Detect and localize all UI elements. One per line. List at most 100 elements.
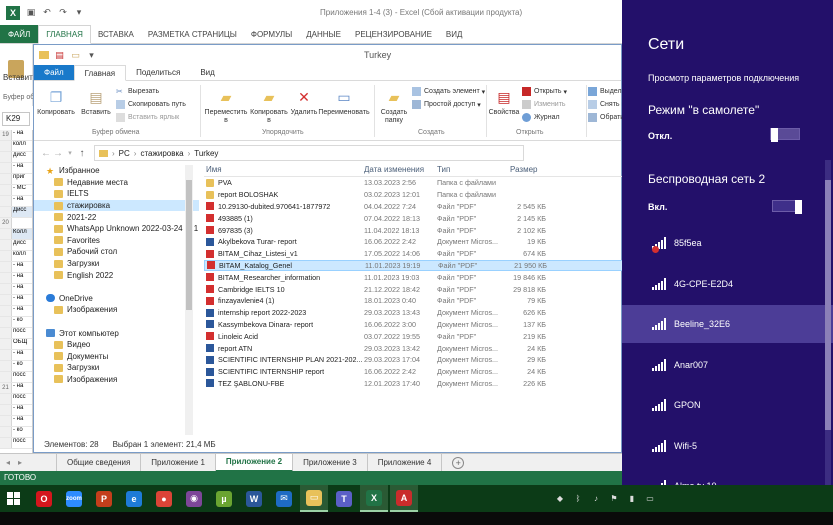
networks-scrollbar[interactable]: [825, 160, 831, 510]
back-icon[interactable]: ←: [40, 148, 52, 159]
grid-cell[interactable]: - ко: [12, 427, 32, 437]
breadcrumb-pc[interactable]: PC: [119, 149, 130, 158]
row-number[interactable]: [0, 438, 12, 448]
add-sheet-icon[interactable]: +: [452, 456, 465, 469]
taskbar-acrobat-button[interactable]: A: [390, 485, 418, 512]
explorer-tab-home[interactable]: Главная: [73, 65, 127, 81]
nav-item[interactable]: English 2022: [34, 269, 199, 281]
grid-row[interactable]: - на: [0, 163, 32, 174]
file-row[interactable]: SCIENTIFIC INTERNSHIP report 16.06.2022 2…: [204, 366, 623, 378]
dropbox-icon[interactable]: ◆: [555, 494, 565, 504]
row-number[interactable]: [0, 350, 12, 360]
taskbar-excel-button[interactable]: X: [360, 485, 388, 512]
edit-button[interactable]: Изменить: [522, 100, 566, 109]
row-number[interactable]: [0, 427, 12, 437]
nav-item[interactable]: Загрузки: [34, 258, 199, 270]
row-number[interactable]: [0, 207, 12, 217]
file-row[interactable]: 10.29130-dubited.970641-1877972 04.04.202…: [204, 201, 623, 213]
row-number[interactable]: [0, 317, 12, 327]
row-number[interactable]: [0, 295, 12, 305]
nav-item[interactable]: Изображения: [34, 374, 199, 386]
grid-cell[interactable]: - на: [12, 273, 32, 283]
battery-icon[interactable]: ▭: [645, 494, 655, 504]
file-row[interactable]: Akylbekova Turar- report 16.06.2022 2:42 Д…: [204, 236, 623, 248]
grid-cell[interactable]: посс: [12, 372, 32, 382]
grid-cell[interactable]: - на: [12, 405, 32, 415]
row-number[interactable]: [0, 394, 12, 404]
file-row[interactable]: 493885 (1) 07.04.2022 18:13 Файл "PDF" 2 14…: [204, 212, 623, 224]
row-number[interactable]: 20: [0, 218, 12, 228]
network-item[interactable]: Beeline_32E6: [622, 305, 833, 343]
taskbar-mail-button[interactable]: ✉: [270, 485, 298, 512]
grid-cell[interactable]: - на: [12, 295, 32, 305]
row-number[interactable]: [0, 141, 12, 151]
row-number[interactable]: [0, 328, 12, 338]
grid-cell[interactable]: приг: [12, 174, 32, 184]
taskbar-ie-button[interactable]: e: [120, 485, 148, 512]
grid-cell[interactable]: Дисс: [12, 207, 32, 217]
nav-item[interactable]: 2021-22: [34, 211, 199, 223]
row-number[interactable]: [0, 284, 12, 294]
nav-item[interactable]: Недавние места: [34, 177, 199, 189]
open-button[interactable]: Открыть ▾: [522, 87, 567, 96]
grid-row[interactable]: - на: [0, 196, 32, 207]
paste-button[interactable]: ▤ Вставить: [80, 87, 112, 117]
nav-item[interactable]: ★ Избранное: [34, 165, 199, 177]
network-item[interactable]: 85f5ea: [622, 224, 833, 262]
row-number[interactable]: [0, 152, 12, 162]
network-item[interactable]: GPON: [622, 386, 833, 424]
grid-row[interactable]: колл: [0, 251, 32, 262]
grid-cell[interactable]: - на: [12, 130, 32, 140]
name-box[interactable]: K29: [2, 112, 30, 126]
taskbar-utorrent-button[interactable]: µ: [210, 485, 238, 512]
row-number[interactable]: [0, 196, 12, 206]
row-number[interactable]: 19: [0, 130, 12, 140]
grid-cell[interactable]: - на: [12, 284, 32, 294]
grid-cell[interactable]: - на: [12, 163, 32, 173]
excel-tab-page-layout[interactable]: РАЗМЕТКА СТРАНИЦЫ: [141, 25, 244, 43]
excel-paste-label[interactable]: Вставить: [3, 73, 37, 82]
file-row[interactable]: BITAM_Katalog_Genel 11.01.2023 19:19 Файл …: [204, 259, 623, 272]
grid-row[interactable]: дисс: [0, 152, 32, 163]
column-header-date[interactable]: Дата изменения: [362, 163, 435, 176]
grid-cell[interactable]: [12, 218, 32, 228]
nav-item[interactable]: Загрузки: [34, 362, 199, 374]
grid-row[interactable]: приг: [0, 174, 32, 185]
volume-icon[interactable]: ♪: [591, 494, 601, 504]
navigation-scrollbar-thumb[interactable]: [186, 180, 192, 310]
navigation-scrollbar[interactable]: [185, 165, 193, 435]
taskbar-opera-button[interactable]: O: [30, 485, 58, 512]
undo-icon[interactable]: ↶: [42, 7, 52, 18]
easy-access-button[interactable]: Простой доступ ▾: [412, 100, 481, 109]
nav-item[interactable]: WhatsApp Unknown 2022-03-24 at 1: [34, 223, 199, 235]
excel-tab-formulas[interactable]: ФОРМУЛЫ: [244, 25, 299, 43]
column-header-name[interactable]: Имя: [204, 163, 362, 176]
file-row[interactable]: 697835 (3) 11.04.2022 18:13 Файл "PDF" 2 10…: [204, 224, 623, 236]
row-number[interactable]: [0, 174, 12, 184]
sheet-tab-app-2[interactable]: Приложение 2: [215, 453, 294, 472]
grid-cell[interactable]: ОБЩ: [12, 339, 32, 349]
taskbar-teams-button[interactable]: T: [330, 485, 358, 512]
grid-cell[interactable]: посс: [12, 438, 32, 448]
customize-qat-icon[interactable]: ▾: [74, 7, 84, 18]
nav-item[interactable]: Этот компьютер: [34, 327, 199, 339]
taskbar-tor-button[interactable]: ◉: [180, 485, 208, 512]
copy-button[interactable]: ❐ Копировать: [37, 87, 75, 117]
airplane-mode-toggle[interactable]: [770, 128, 800, 142]
grid-cell[interactable]: колл: [12, 141, 32, 151]
file-row[interactable]: report ATN 29.03.2023 13:42 Документ Micro…: [204, 342, 623, 354]
nav-item[interactable]: Favorites: [34, 235, 199, 247]
excel-tab-insert[interactable]: ВСТАВКА: [91, 25, 141, 43]
file-row[interactable]: PVA 13.03.2023 2:56 Папка с файлами: [204, 177, 623, 189]
grid-row[interactable]: посс: [0, 328, 32, 339]
file-row[interactable]: report BOLOSHAK 03.02.2023 12:01 Папка с ф…: [204, 189, 623, 201]
taskbar-word-button[interactable]: W: [240, 485, 268, 512]
taskbar-chrome-button[interactable]: ●: [150, 485, 178, 512]
row-number[interactable]: [0, 185, 12, 195]
file-row[interactable]: Kassymbekova Dinara- report 16.06.2022 3:…: [204, 319, 623, 331]
grid-row[interactable]: - на: [0, 295, 32, 306]
grid-cell[interactable]: - на: [12, 196, 32, 206]
taskbar-powerpoint-button[interactable]: P: [90, 485, 118, 512]
sheet-tab-app-3[interactable]: Приложение 3: [293, 453, 368, 472]
address-bar[interactable]: › PC › стажировка › Turkey: [94, 145, 524, 161]
